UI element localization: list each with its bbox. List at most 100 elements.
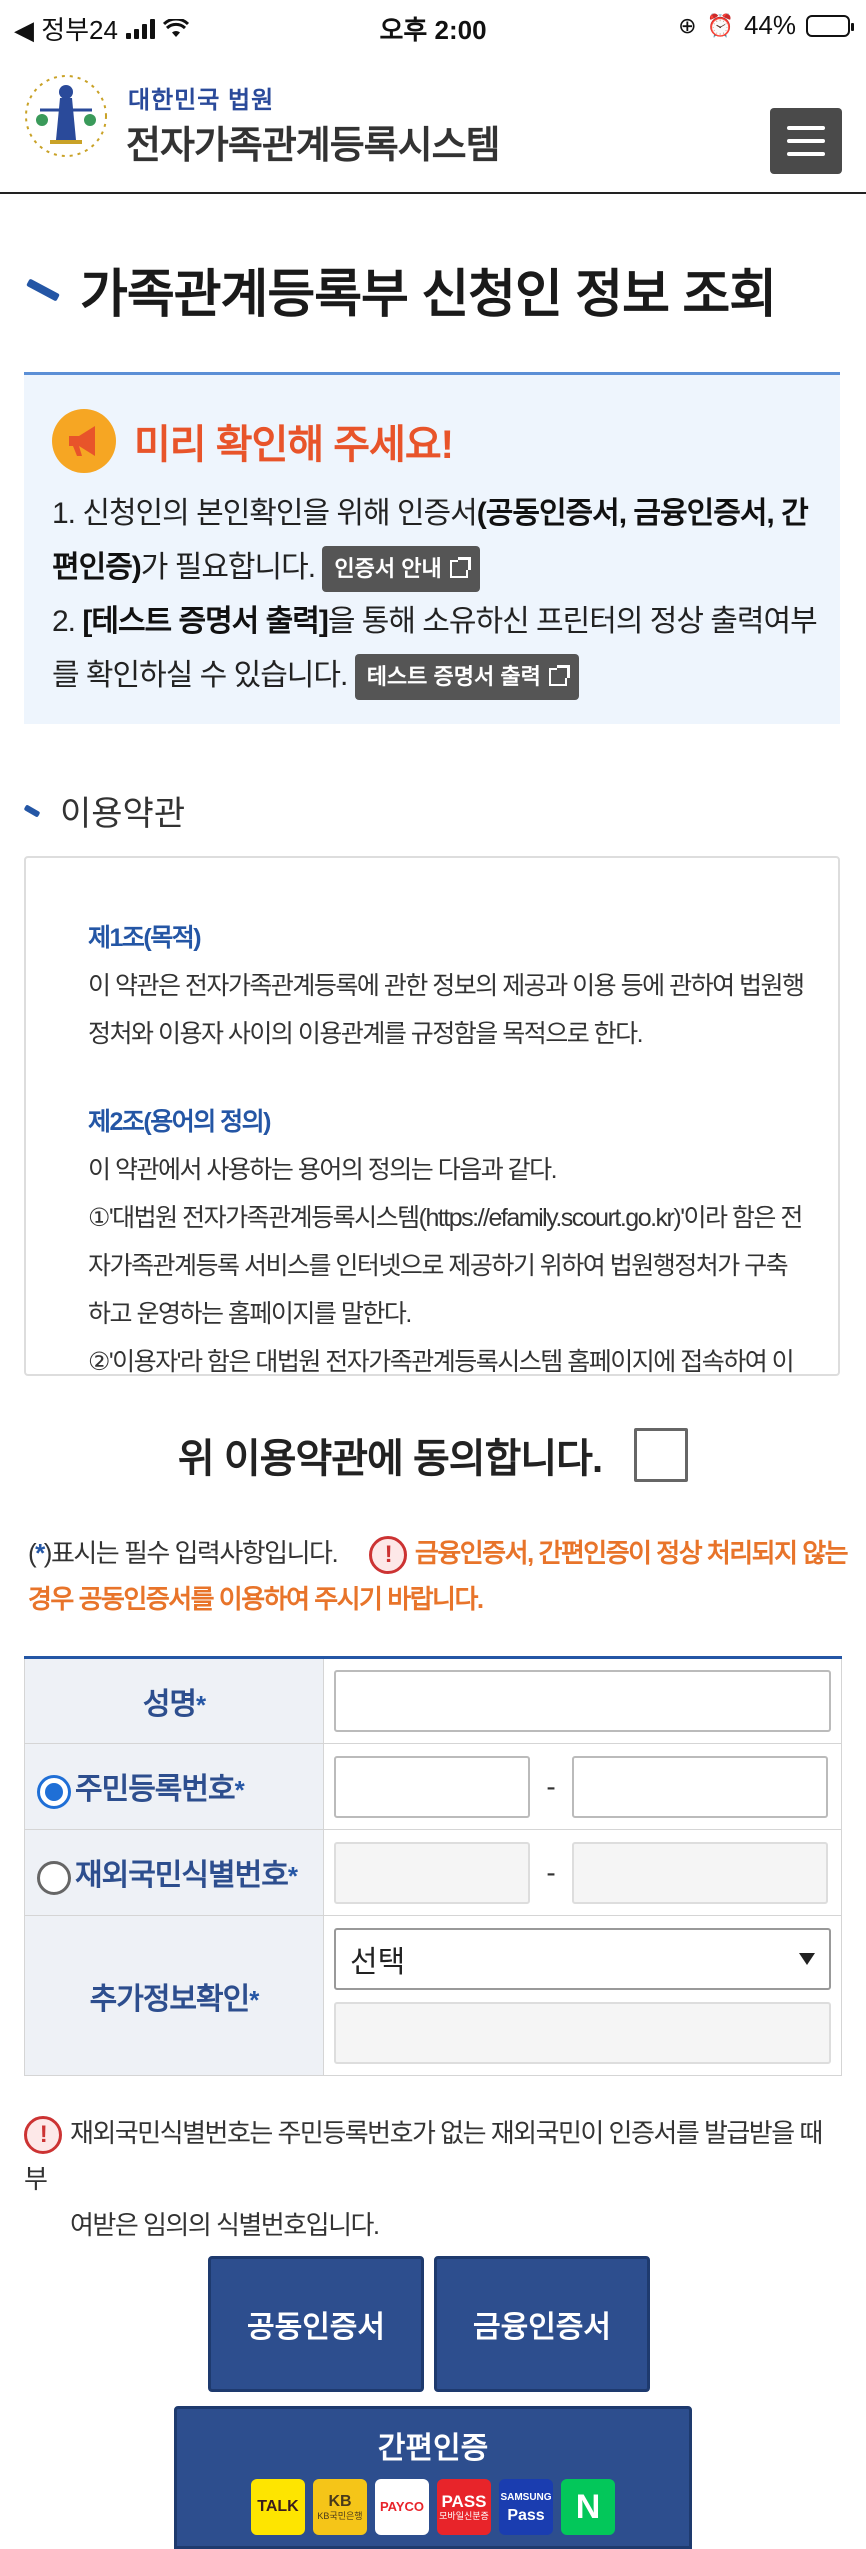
extra-info-label: 추가정보확인* <box>24 1915 324 2076</box>
notice-box: 미리 확인해 주세요! 1. 신청인의 본인확인을 위해 인증서(공동인증서, … <box>24 372 840 724</box>
terms-article1-title: 제1조(목적) <box>88 924 202 952</box>
extra-info-select-value: 선택 <box>350 1945 406 1979</box>
test-print-label: 테스트 증명서 출력 <box>366 664 541 690</box>
battery-icon <box>806 14 854 37</box>
kb-bank-icon: KB KB국민은행 <box>313 2479 367 2535</box>
pass-label: PASS <box>441 2492 487 2511</box>
extra-info-select[interactable]: 선택 <box>334 1927 831 1990</box>
applicant-form: 성명* 주민등록번호* - 재외국민식별번호* - 추가정보확인* 선택 <box>24 1656 842 2076</box>
notice-item1-text: 1. 신청인의 본인확인을 위해 인증서 <box>52 497 478 530</box>
notice-body: 1. 신청인의 본인확인을 위해 인증서(공동인증서, 금융인증서, 간편인증)… <box>52 487 822 703</box>
alarm-icon: ⏰ <box>706 12 734 38</box>
court-emblem-logo[interactable] <box>20 70 112 162</box>
section-accent-mark <box>23 803 41 818</box>
rrn-label: 주민등록번호* <box>24 1743 324 1830</box>
kakao-label: TALK <box>257 2498 299 2515</box>
cert-guide-button[interactable]: 인증서 안내 <box>322 546 480 593</box>
name-label-text: 성명 <box>142 1688 197 1721</box>
rrn-front-input[interactable] <box>334 1755 530 1818</box>
required-star: * <box>234 1775 245 1806</box>
agree-checkbox[interactable] <box>634 1428 689 1482</box>
required-note: (*)표시는 필수 입력사항입니다. ! 금융인증서, 간편인증이 정상 처리되지… <box>28 1530 849 1622</box>
kakao-talk-icon: TALK <box>251 2479 305 2535</box>
foreign-id-radio[interactable] <box>37 1860 71 1895</box>
foreign-id-note: ! 재외국민식별번호는 주민등록번호가 없는 재외국민이 인증서를 발급받을 때 … <box>24 2110 844 2248</box>
foreign-note-line2: 여받은 임의의 식별번호입니다. <box>70 2210 380 2240</box>
kb-label: KB <box>328 2493 352 2510</box>
foreign-id-back-input[interactable] <box>572 1841 828 1904</box>
agree-row: 위 이용약관에 동의합니다. <box>0 1420 866 1490</box>
simple-auth-providers: TALK KB KB국민은행 PAYCO PASS 모바일신분증 SAMSUNG Pa… <box>251 2479 615 2535</box>
page-title-text: 가족관계등록부 신청인 정보 조회 <box>80 266 777 324</box>
name-row: 성명* <box>24 1657 842 1744</box>
joint-cert-label: 공동인증서 <box>247 2311 385 2344</box>
name-input[interactable] <box>334 1670 831 1732</box>
notice-header: 미리 확인해 주세요! <box>52 409 454 473</box>
title-accent-mark <box>26 277 60 302</box>
required-star: * <box>196 1690 206 1720</box>
dropdown-caret-icon <box>799 1952 815 1965</box>
financial-cert-label: 금융인증서 <box>473 2311 611 2344</box>
foreign-id-dash: - <box>546 1856 556 1888</box>
required-star: * <box>35 1538 45 1568</box>
notice-item2-bold: [테스트 증명서 출력] <box>82 605 328 638</box>
financial-cert-button[interactable]: 금융인증서 <box>434 2256 650 2392</box>
warning-icon: ! <box>368 1536 407 1575</box>
naver-icon: N <box>561 2479 615 2535</box>
rrn-label-text: 주민등록번호 <box>75 1773 236 1807</box>
required-star: * <box>249 1984 259 2015</box>
naver-label: N <box>575 2488 601 2526</box>
foreign-note-line1: 재외국민식별번호는 주민등록번호가 없는 재외국민이 인증서를 발급받을 때 부 <box>24 2118 823 2194</box>
status-bar: ◀ 정부24 오후 2:00 ⊕ ⏰ 44% <box>0 0 866 52</box>
simple-auth-button[interactable]: 간편인증 TALK KB KB국민은행 PAYCO PASS 모바일신분증 SAMS… <box>174 2406 692 2549</box>
extra-info-label-text: 추가정보확인 <box>89 1982 251 2016</box>
kb-sub-label: KB국민은행 <box>317 2511 363 2521</box>
foreign-id-front-input[interactable] <box>334 1841 530 1904</box>
external-link-icon <box>548 665 570 687</box>
cert-guide-label: 인증서 안내 <box>334 556 442 582</box>
pass-icon: PASS 모바일신분증 <box>437 2479 491 2535</box>
status-right: ⊕ ⏰ 44% <box>678 10 854 41</box>
rrn-radio[interactable] <box>37 1774 71 1809</box>
rrn-back-input[interactable] <box>572 1755 828 1818</box>
rrn-dash: - <box>546 1770 556 1802</box>
terms-article1-body: 이 약관은 전자가족관계등록에 관한 정보의 제공과 이용 등에 관하여 법원행… <box>88 972 805 1048</box>
rotation-lock-icon: ⊕ <box>678 12 697 38</box>
required-star: * <box>287 1861 298 1892</box>
rrn-row: 주민등록번호* - <box>24 1743 842 1830</box>
terms-section-title: 이용약관 <box>23 786 186 835</box>
name-label: 성명* <box>24 1657 324 1744</box>
pass-sub-label: 모바일신분증 <box>439 2511 489 2521</box>
notice-item1-tail: 가 필요합니다. <box>140 551 316 584</box>
notice-item2-num: 2. <box>52 605 83 638</box>
joint-cert-button[interactable]: 공동인증서 <box>208 2256 424 2392</box>
terms-article2-item1: ①'대법원 전자가족관계등록시스템(https://efamily.scourt… <box>88 1204 803 1328</box>
site-header: 대한민국 법원 전자가족관계등록시스템 <box>0 56 866 194</box>
terms-scroll-box[interactable]: 제1조(목적) 이 약관은 전자가족관계등록에 관한 정보의 제공과 이용 등에… <box>24 856 840 1376</box>
terms-article2-title: 제2조(용어의 정의) <box>88 1108 272 1136</box>
warning-icon: ! <box>24 2116 62 2155</box>
page-title: 가족관계등록부 신청인 정보 조회 <box>26 252 777 327</box>
battery-percent: 44% <box>743 10 796 40</box>
foreign-id-row: 재외국민식별번호* - <box>24 1829 842 1916</box>
payco-label: PAYCO <box>379 2499 425 2514</box>
logo-title[interactable]: 전자가족관계등록시스템 <box>126 114 501 169</box>
test-print-button[interactable]: 테스트 증명서 출력 <box>354 654 579 701</box>
extra-info-input[interactable] <box>334 2001 831 2064</box>
simple-auth-label: 간편인증 <box>377 2432 489 2465</box>
terms-section-label: 이용약관 <box>60 795 186 833</box>
foreign-id-label: 재외국민식별번호* <box>24 1829 324 1916</box>
megaphone-icon <box>52 409 116 473</box>
notice-title: 미리 확인해 주세요! <box>134 423 454 467</box>
extra-info-row: 추가정보확인* 선택 <box>24 1915 842 2076</box>
payco-icon: PAYCO <box>375 2479 429 2535</box>
samsung-top-label: SAMSUNG <box>500 2492 552 2503</box>
hamburger-menu-button[interactable] <box>770 108 842 174</box>
terms-article2-item2: ②'이용자'라 함은 대법원 전자가족관계등록시스템 홈페이지에 접속하여 이 <box>88 1348 795 1376</box>
external-link-icon <box>449 557 471 579</box>
agree-label: 위 이용약관에 동의합니다. <box>177 1437 603 1481</box>
foreign-id-label-text: 재외국민식별번호 <box>75 1859 289 1893</box>
terms-article2-intro: 이 약관에서 사용하는 용어의 정의는 다음과 같다. <box>88 1156 558 1184</box>
samsung-pass-label: Pass <box>507 2507 545 2524</box>
samsung-pass-icon: SAMSUNG Pass <box>499 2479 553 2535</box>
